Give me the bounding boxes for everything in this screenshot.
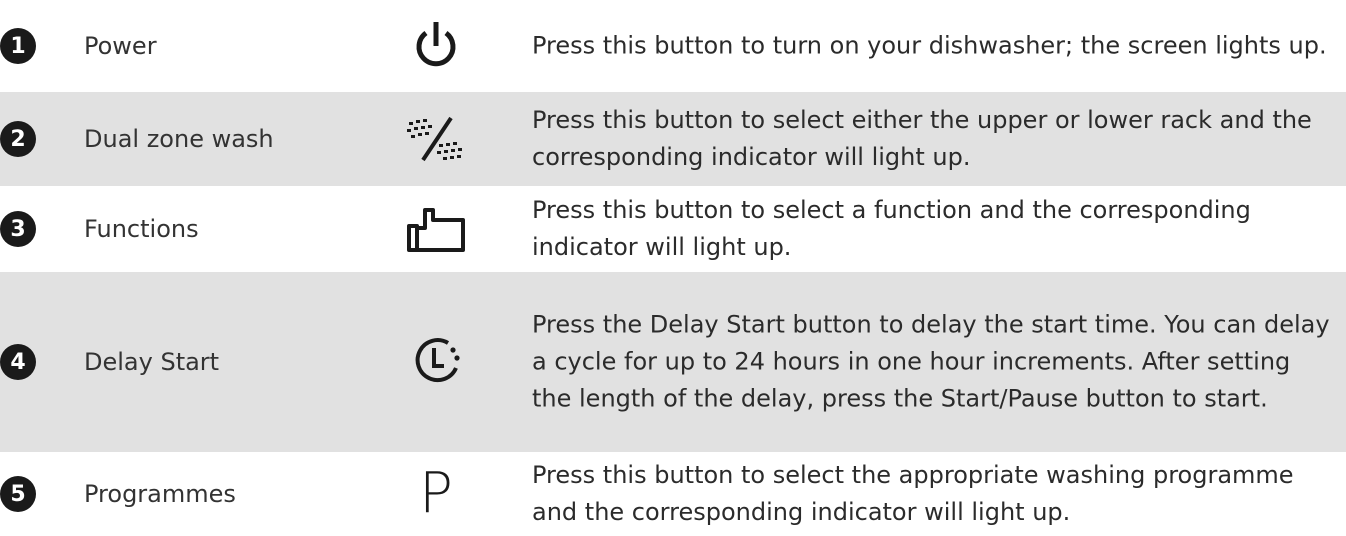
control-description: Press this button to select the appropri… <box>532 461 1294 526</box>
table-row-dual-zone-wash: 2 Dual zone wash Press this button to se… <box>0 92 1346 186</box>
row-number-badge: 3 <box>0 211 36 247</box>
control-description: Press this button to select a function a… <box>532 196 1251 261</box>
table-row-programmes: 5 Programmes P Press this button to sele… <box>0 452 1346 536</box>
row-number-badge: 5 <box>0 476 36 512</box>
control-description: Press this button to select either the u… <box>532 106 1312 171</box>
programmes-p-glyph: P <box>419 461 453 526</box>
row-number-badge: 2 <box>0 121 36 157</box>
control-description: Press this button to turn on your dishwa… <box>532 31 1327 60</box>
control-description: Press the Delay Start button to delay th… <box>532 310 1330 413</box>
table-row-functions: 3 Functions Press this button to select … <box>0 186 1346 272</box>
control-name: Programmes <box>84 480 236 508</box>
table-row-power: 1 Power Press this button to turn on you… <box>0 0 1346 92</box>
delay-clock-icon <box>392 332 480 392</box>
control-name: Functions <box>84 215 199 243</box>
control-name: Power <box>84 32 157 60</box>
dual-zone-spray-icon <box>392 109 480 169</box>
hand-button-icon <box>392 199 480 259</box>
row-number-badge: 1 <box>0 28 36 64</box>
row-number-badge: 4 <box>0 344 36 380</box>
programmes-p-icon: P <box>392 464 480 524</box>
table-row-delay-start: 4 Delay Start Press the Delay Start butt… <box>0 272 1346 452</box>
control-name: Delay Start <box>84 348 220 376</box>
power-icon <box>392 16 480 76</box>
controls-table: 1 Power Press this button to turn on you… <box>0 0 1346 536</box>
control-name: Dual zone wash <box>84 125 274 153</box>
